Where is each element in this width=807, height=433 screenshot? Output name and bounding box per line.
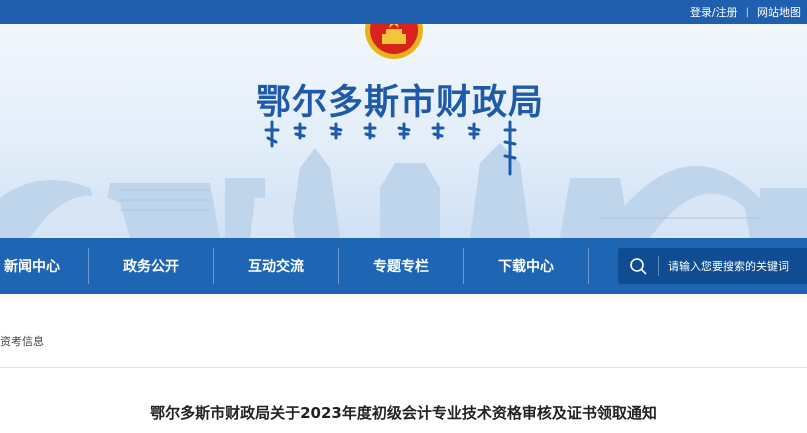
search-icon[interactable] — [618, 248, 658, 284]
breadcrumb[interactable]: 资考信息 — [0, 333, 44, 349]
search-box — [618, 248, 807, 284]
search-input[interactable] — [659, 248, 807, 284]
top-links: 登录/注册 | 网站地图 — [690, 0, 801, 24]
nav-divider — [588, 248, 589, 284]
article-title: 鄂尔多斯市财政局关于2023年度初级会计专业技术资格审核及证书领取通知 — [150, 404, 657, 422]
top-separator: | — [745, 6, 749, 18]
nav-item-downloads[interactable]: 下载中心 — [464, 238, 588, 294]
mongolian-script-title — [264, 120, 517, 176]
nav-item-government-affairs[interactable]: 政务公开 — [89, 238, 213, 294]
content-divider — [0, 367, 807, 368]
nav-item-special-topics[interactable]: 专题专栏 — [339, 238, 463, 294]
nav-item-interaction[interactable]: 互动交流 — [214, 238, 338, 294]
sitemap-link[interactable]: 网站地图 — [757, 4, 801, 20]
nav-item-news[interactable]: 新闻中心 — [0, 238, 88, 294]
login-register-link[interactable]: 登录/注册 — [690, 4, 738, 20]
national-emblem-icon — [365, 24, 423, 59]
site-banner: 鄂尔多斯市财政局 — [0, 24, 807, 238]
top-utility-bar: 登录/注册 | 网站地图 — [0, 0, 807, 24]
